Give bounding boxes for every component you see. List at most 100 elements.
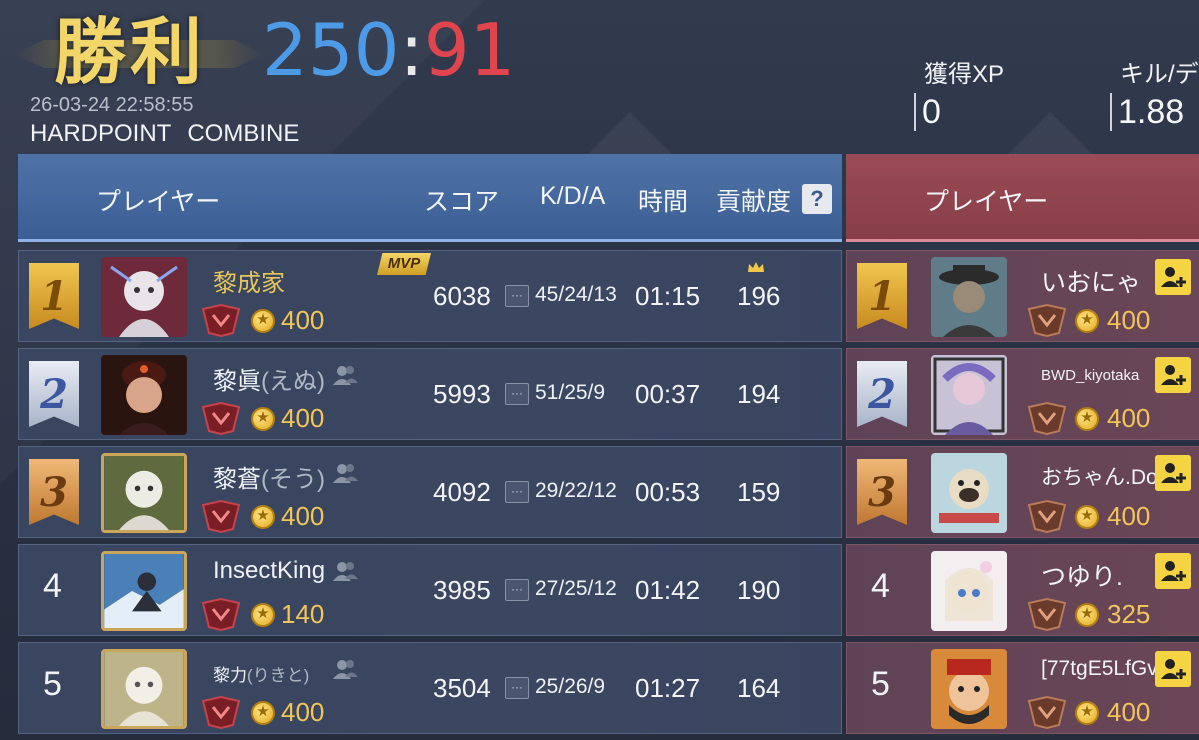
player-points: 400 — [281, 305, 325, 335]
ally-row-5[interactable]: 5 黎力(りきと) 400 3504 ··· 25/26/9 01:27 164 — [18, 642, 842, 734]
player-name: おちゃん.Do — [1041, 466, 1158, 489]
avatar[interactable] — [931, 453, 1007, 533]
player-kda: 29/22/12 — [535, 479, 617, 502]
ally-row-4[interactable]: 4 InsectKing 140 3985 ··· 27/25/12 01:42… — [18, 544, 842, 636]
rank-medal-icon: 1 — [857, 263, 907, 329]
player-kda: 25/26/9 — [535, 675, 606, 698]
mvp-badge: MVP — [377, 253, 431, 275]
avatar[interactable] — [931, 257, 1007, 337]
player-points: 325 — [1107, 599, 1151, 629]
rank-emblem-icon — [201, 303, 241, 337]
avatar[interactable] — [931, 649, 1007, 729]
player-name-main: 黎力 — [213, 666, 247, 685]
player-contribution: 159 — [737, 477, 781, 507]
kda-detail-icon[interactable]: ··· — [505, 579, 529, 601]
coin-icon — [251, 309, 275, 333]
avatar[interactable] — [101, 453, 187, 533]
ally-row-1[interactable]: 1 黎成家 MVP 400 6038 ··· 45/24/13 01:15 19… — [18, 250, 842, 342]
enemy-row-3[interactable]: 3 おちゃん.Do 400 — [846, 446, 1199, 538]
avatar[interactable] — [101, 257, 187, 337]
rank-emblem-icon — [1027, 695, 1067, 729]
add-friend-icon[interactable] — [1155, 651, 1191, 687]
avatar[interactable] — [931, 551, 1007, 631]
rank-medal-icon: 2 — [29, 361, 79, 427]
ally-table-header: プレイヤー スコア K/D/A 時間 貢献度 — [18, 154, 842, 242]
avatar[interactable] — [101, 355, 187, 435]
player-kda: 51/25/9 — [535, 381, 606, 404]
match-timestamp: 26-03-24 22:58:55 — [30, 94, 194, 116]
player-name-sub: (りきと) — [247, 666, 310, 685]
rank-emblem-icon — [201, 695, 241, 729]
xp-value: 0 — [914, 93, 1004, 131]
rank-emblem-icon — [1027, 597, 1067, 631]
player-time: 00:53 — [635, 477, 701, 507]
rank-number: 4 — [43, 567, 62, 605]
coin-icon — [251, 407, 275, 431]
rank-emblem-icon — [1027, 401, 1067, 435]
player-kda: 27/25/12 — [535, 577, 617, 600]
rank-emblem-icon — [201, 401, 241, 435]
enemy-row-4[interactable]: 4 つゆり. 325 — [846, 544, 1199, 636]
xp-label: 獲得XP — [924, 61, 1005, 88]
player-name: つゆり. — [1041, 563, 1123, 591]
crown-icon — [748, 262, 764, 272]
kd-label: キル/デ — [1120, 61, 1199, 88]
coin-icon — [1075, 407, 1099, 431]
player-points: 400 — [281, 403, 325, 433]
player-name-sub: (えぬ) — [261, 368, 325, 395]
player-time: 01:15 — [635, 281, 701, 311]
coin-icon — [1075, 309, 1099, 333]
player-points: 400 — [281, 501, 325, 531]
col-time: 時間 — [638, 188, 689, 216]
player-time: 00:37 — [635, 379, 701, 409]
player-contribution: 164 — [737, 673, 781, 703]
game-mode: HARDPOINT — [30, 120, 172, 147]
ally-row-3[interactable]: 3 黎蒼(そう) 400 4092 ··· 29/22/12 00:53 159 — [18, 446, 842, 538]
player-name: いおにゃ — [1041, 269, 1142, 297]
player-contribution: 194 — [737, 379, 781, 409]
avatar[interactable] — [101, 551, 187, 631]
rank-medal-icon: 1 — [29, 263, 79, 329]
rank-medal-icon: 3 — [857, 459, 907, 525]
match-info: HARDPOINT COMBINE — [30, 120, 315, 148]
ally-row-2[interactable]: 2 黎眞(えぬ) 400 5993 ··· 51/25/9 00:37 194 — [18, 348, 842, 440]
rank-emblem-icon — [1027, 303, 1067, 337]
rank-number: 5 — [43, 665, 62, 703]
coin-icon — [251, 701, 275, 725]
enemy-row-5[interactable]: 5 [77tgE5LfGvb 400 — [846, 642, 1199, 734]
player-time: 01:27 — [635, 673, 701, 703]
avatar[interactable] — [931, 355, 1007, 435]
enemy-row-1[interactable]: 1 いおにゃ 400 — [846, 250, 1199, 342]
player-score: 6038 — [433, 281, 491, 311]
col-player: プレイヤー — [96, 188, 221, 216]
player-name: 黎成家 — [213, 270, 285, 297]
add-friend-icon[interactable] — [1155, 357, 1191, 393]
enemy-row-2[interactable]: 2 BWD_kiyotaka 400 — [846, 348, 1199, 440]
col-kda: K/D/A — [540, 182, 606, 210]
kda-detail-icon[interactable]: ··· — [505, 677, 529, 699]
ally-score: 250 — [262, 8, 400, 92]
col-contribution: 貢献度 — [716, 188, 792, 216]
player-score: 4092 — [433, 477, 491, 507]
rank-medal-icon: 2 — [857, 361, 907, 427]
player-score: 3504 — [433, 673, 491, 703]
add-friend-icon[interactable] — [1155, 553, 1191, 589]
kda-detail-icon[interactable]: ··· — [505, 383, 529, 405]
player-name: 黎眞(えぬ) — [213, 361, 325, 396]
kda-detail-icon[interactable]: ··· — [505, 481, 529, 503]
kda-detail-icon[interactable]: ··· — [505, 285, 529, 307]
friend-icon — [333, 464, 358, 483]
player-score: 3985 — [433, 575, 491, 605]
add-friend-icon[interactable] — [1155, 455, 1191, 491]
avatar[interactable] — [101, 649, 187, 729]
player-name-main: 黎眞 — [213, 368, 261, 395]
add-friend-icon[interactable] — [1155, 259, 1191, 295]
player-points: 140 — [281, 599, 325, 629]
player-name: [77tgE5LfGvb — [1041, 657, 1170, 680]
rank-emblem-icon — [201, 499, 241, 533]
player-contribution: 190 — [737, 575, 781, 605]
coin-icon — [251, 505, 275, 529]
help-icon[interactable]: ? — [802, 184, 832, 214]
player-name: InsectKing — [213, 557, 326, 584]
col-enemy-player: プレイヤー — [924, 188, 1049, 216]
